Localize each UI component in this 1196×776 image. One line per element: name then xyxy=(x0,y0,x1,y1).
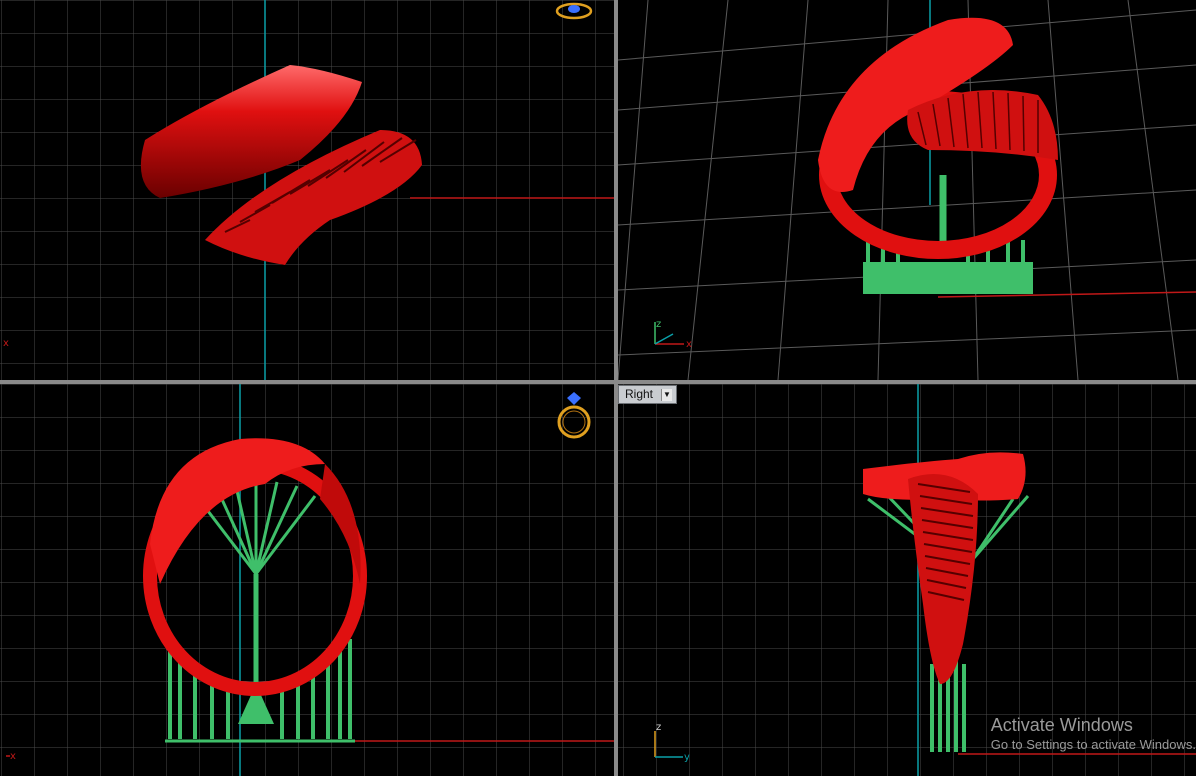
grid xyxy=(618,384,1196,776)
front-viewport-canvas[interactable] xyxy=(0,384,614,776)
z-axis-label: z xyxy=(656,319,661,330)
top-viewport[interactable]: x xyxy=(0,0,614,380)
ring-navigation-icon[interactable] xyxy=(554,392,594,442)
right-viewport-canvas[interactable]: z y xyxy=(618,384,1196,776)
front-viewport[interactable]: x xyxy=(0,384,614,776)
x-axis-label: x xyxy=(686,339,692,350)
grid xyxy=(0,384,614,776)
chevron-down-icon[interactable]: ▼ xyxy=(661,388,673,401)
top-viewport-canvas[interactable]: x xyxy=(0,0,614,380)
x-axis-label: x xyxy=(3,338,9,349)
right-viewport[interactable]: z y Right ▼ Activate Windows Go to Setti… xyxy=(618,384,1196,776)
axis-indicator: x xyxy=(6,751,16,762)
right-viewport-label-dropdown[interactable]: Right ▼ xyxy=(618,385,678,404)
y-axis-label: y xyxy=(684,752,690,763)
x-axis-label: x xyxy=(10,751,16,762)
support-pins xyxy=(866,175,1025,275)
perspective-viewport-canvas[interactable]: z x xyxy=(618,0,1196,380)
z-axis-label: z xyxy=(656,722,661,733)
viewport-name: Right xyxy=(625,387,654,401)
perspective-viewport[interactable]: z x xyxy=(618,0,1196,380)
ring-navigation-icon[interactable] xyxy=(554,0,594,22)
